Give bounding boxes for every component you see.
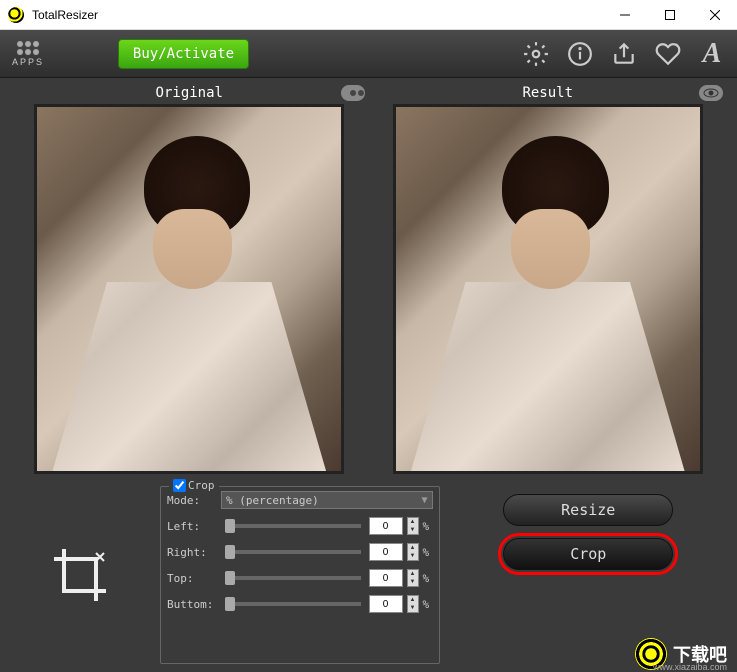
right-slider-thumb[interactable] (225, 545, 235, 559)
top-slider[interactable] (225, 576, 361, 580)
toolbar: APPS Buy/Activate A (0, 30, 737, 78)
right-spinner[interactable]: ▲▼ (407, 543, 419, 561)
crop-right-row: Right: 0 ▲▼ % (161, 539, 439, 565)
bottom-label: Buttom: (167, 598, 217, 611)
right-value[interactable]: 0 (369, 543, 403, 561)
result-image-frame[interactable] (393, 104, 703, 474)
crop-tool-icon-area (10, 486, 150, 664)
crop-settings-panel: Crop Mode: % (percentage) Left: 0 ▲▼ % R… (160, 486, 440, 664)
result-image (396, 107, 700, 471)
toolbar-icons: A (523, 41, 725, 67)
result-label: Result (522, 85, 573, 101)
left-slider[interactable] (225, 524, 361, 528)
bottom-slider-thumb[interactable] (225, 597, 235, 611)
result-header: Result (369, 82, 728, 104)
settings-icon[interactable] (523, 41, 549, 67)
top-unit: % (423, 572, 433, 585)
left-unit: % (423, 520, 433, 533)
original-toggle-icon[interactable] (341, 85, 365, 101)
resize-button[interactable]: Resize (503, 494, 673, 526)
crop-left-row: Left: 0 ▲▼ % (161, 513, 439, 539)
minimize-button[interactable] (602, 0, 647, 30)
apps-label: APPS (12, 57, 44, 67)
titlebar: TotalResizer (0, 0, 737, 30)
top-label: Top: (167, 572, 217, 585)
apps-grid-icon (17, 41, 39, 55)
top-spinner[interactable]: ▲▼ (407, 569, 419, 587)
bottom-value[interactable]: 0 (369, 595, 403, 613)
original-header: Original (10, 82, 369, 104)
result-eye-icon[interactable] (699, 85, 723, 101)
bottom-controls: Crop Mode: % (percentage) Left: 0 ▲▼ % R… (0, 478, 737, 672)
crop-top-row: Top: 0 ▲▼ % (161, 565, 439, 591)
mode-label: Mode: (167, 494, 217, 507)
crop-legend: Crop (169, 479, 219, 492)
result-panel: Result (369, 82, 728, 474)
info-icon[interactable] (567, 41, 593, 67)
window-title: TotalResizer (32, 8, 98, 22)
heart-icon[interactable] (655, 41, 681, 67)
left-spinner[interactable]: ▲▼ (407, 517, 419, 535)
left-value[interactable]: 0 (369, 517, 403, 535)
watermark-url: www.xiazaiba.com (653, 662, 727, 672)
app-icon (8, 7, 24, 23)
app-body: APPS Buy/Activate A Original Result (0, 30, 737, 672)
left-label: Left: (167, 520, 217, 533)
maximize-button[interactable] (647, 0, 692, 30)
font-icon[interactable]: A (699, 41, 725, 67)
crop-enable-checkbox[interactable] (173, 479, 186, 492)
right-slider[interactable] (225, 550, 361, 554)
original-panel: Original (10, 82, 369, 474)
action-buttons-area: Resize Crop 下载吧 www.xiazaiba.com (450, 486, 728, 664)
crop-button[interactable]: Crop (503, 538, 673, 570)
top-value[interactable]: 0 (369, 569, 403, 587)
right-label: Right: (167, 546, 217, 559)
crop-tool-icon (50, 545, 110, 605)
left-slider-thumb[interactable] (225, 519, 235, 533)
close-button[interactable] (692, 0, 737, 30)
original-image-frame[interactable] (34, 104, 344, 474)
watermark: 下载吧 www.xiazaiba.com (635, 638, 727, 670)
bottom-spinner[interactable]: ▲▼ (407, 595, 419, 613)
share-icon[interactable] (611, 41, 637, 67)
crop-bottom-row: Buttom: 0 ▲▼ % (161, 591, 439, 617)
original-label: Original (156, 85, 223, 101)
apps-button[interactable]: APPS (12, 41, 44, 67)
right-unit: % (423, 546, 433, 559)
original-image (37, 107, 341, 471)
bottom-slider[interactable] (225, 602, 361, 606)
crop-legend-label: Crop (188, 479, 215, 492)
bottom-unit: % (423, 598, 433, 611)
buy-activate-button[interactable]: Buy/Activate (118, 39, 249, 69)
image-panels: Original Result (0, 78, 737, 478)
mode-dropdown[interactable]: % (percentage) (221, 491, 433, 509)
top-slider-thumb[interactable] (225, 571, 235, 585)
window-controls (602, 0, 737, 30)
